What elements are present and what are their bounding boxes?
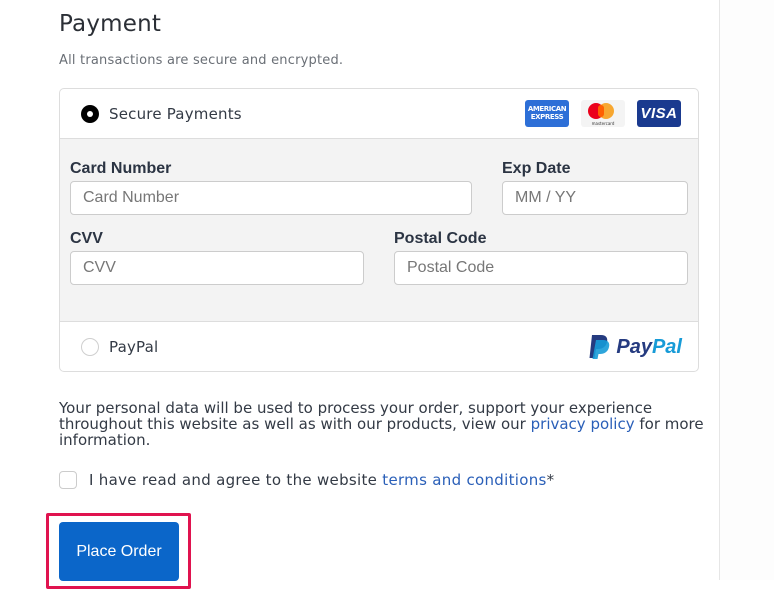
terms-agreement-row: I have read and agree to the website ter… bbox=[59, 471, 554, 489]
paypal-p-icon bbox=[589, 335, 610, 359]
payment-page: Payment All transactions are secure and … bbox=[0, 0, 774, 608]
page-title: Payment bbox=[59, 11, 162, 37]
terms-agreement-label: I have read and agree to the website ter… bbox=[89, 471, 554, 489]
card-number-label: Card Number bbox=[70, 160, 172, 177]
paypal-label: PayPal bbox=[109, 337, 159, 356]
payment-option-secure[interactable]: Secure Payments AMERICAN EXPRESS masterc… bbox=[60, 89, 698, 139]
terms-and-conditions-link[interactable]: terms and conditions bbox=[382, 471, 546, 489]
exp-date-label: Exp Date bbox=[502, 160, 571, 177]
terms-checkbox[interactable] bbox=[59, 471, 77, 489]
postal-code-label: Postal Code bbox=[394, 230, 487, 247]
privacy-policy-link[interactable]: privacy policy bbox=[531, 415, 635, 433]
payment-methods-box: Secure Payments AMERICAN EXPRESS masterc… bbox=[59, 88, 699, 372]
secure-payments-label: Secure Payments bbox=[109, 104, 242, 123]
required-mark: * bbox=[546, 471, 555, 489]
cvv-label: CVV bbox=[70, 230, 103, 247]
amex-text-line2: EXPRESS bbox=[530, 113, 564, 121]
place-order-button[interactable]: Place Order bbox=[59, 522, 179, 581]
cvv-input[interactable] bbox=[70, 251, 364, 285]
card-brand-logos: AMERICAN EXPRESS mastercard VISA bbox=[525, 100, 681, 127]
terms-text: I have read and agree to the website bbox=[89, 471, 383, 489]
visa-icon: VISA bbox=[637, 100, 681, 127]
paypal-logo-text-pal: Pal bbox=[651, 335, 682, 358]
paypal-radio[interactable] bbox=[81, 337, 99, 356]
exp-date-input[interactable] bbox=[502, 181, 688, 215]
privacy-notice: Your personal data will be used to proce… bbox=[59, 400, 709, 448]
mastercard-text: mastercard bbox=[591, 121, 615, 126]
card-details-form: Card Number Exp Date CVV Postal Code bbox=[60, 139, 698, 321]
paypal-logo-text-pay: Pay bbox=[616, 335, 652, 358]
amex-text-line1: AMERICAN bbox=[527, 105, 567, 113]
right-panel-background bbox=[720, 0, 774, 580]
postal-code-input[interactable] bbox=[394, 251, 688, 285]
vertical-divider bbox=[719, 0, 720, 580]
payment-option-paypal[interactable]: PayPal PayPal bbox=[60, 321, 698, 371]
mastercard-icon: mastercard bbox=[581, 100, 625, 127]
paypal-logo: PayPal bbox=[588, 334, 682, 360]
amex-icon: AMERICAN EXPRESS bbox=[525, 100, 569, 127]
page-subtitle: All transactions are secure and encrypte… bbox=[59, 53, 344, 68]
card-number-input[interactable] bbox=[70, 181, 472, 215]
secure-payments-radio[interactable] bbox=[81, 104, 99, 123]
